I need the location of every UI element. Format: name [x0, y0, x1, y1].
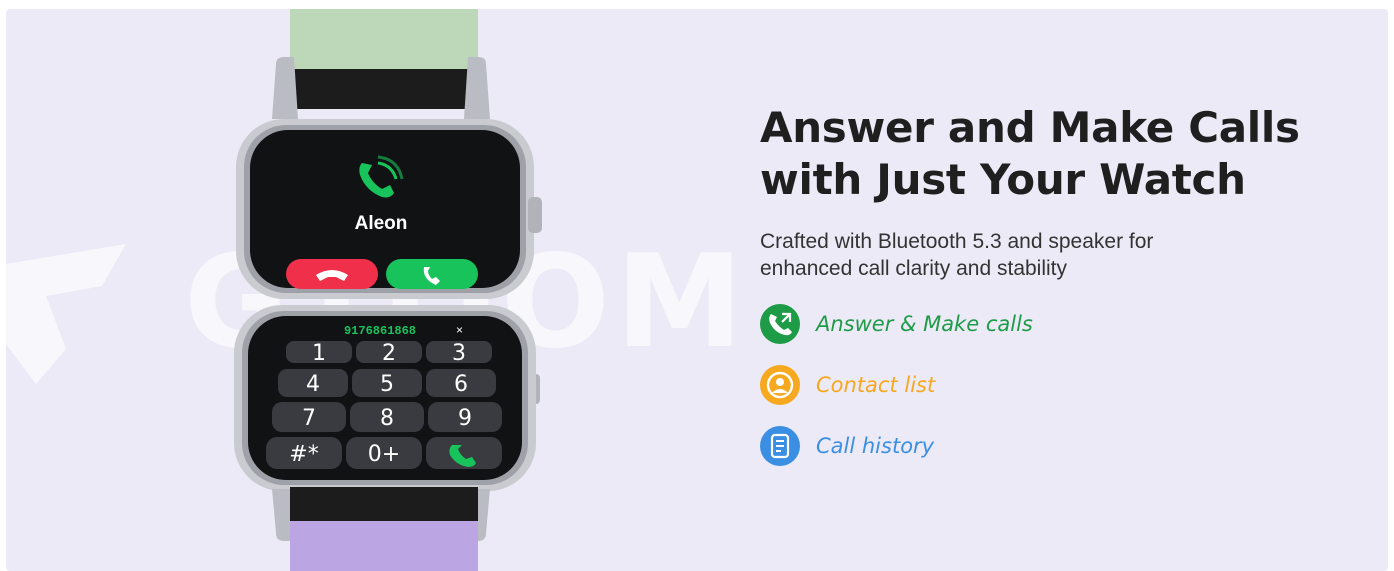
headline: Answer and Make Calls with Just Your Wat…: [760, 102, 1380, 206]
document-list-icon: [760, 426, 800, 466]
feature-item-answer-make-calls: Answer & Make calls: [760, 304, 1380, 344]
dialer-key: 1: [312, 341, 326, 366]
accept-call-button: [386, 259, 478, 289]
dialed-number: 9176861868: [344, 324, 416, 338]
phone-arrows-icon: [760, 304, 800, 344]
feature-item-contact-list: Contact list: [760, 365, 1380, 405]
dialer-key: 8: [380, 406, 394, 431]
contact-person-icon: [760, 365, 800, 405]
subtitle: Crafted with Bluetooth 5.3 and speaker f…: [760, 228, 1230, 282]
feature-item-call-history: Call history: [760, 426, 1380, 466]
subtitle-line-2: enhanced call clarity and stability: [760, 257, 1068, 280]
feature-label: Answer & Make calls: [816, 312, 1033, 336]
dialer-key: 4: [306, 372, 320, 397]
dialer-clear-key: ×: [456, 323, 463, 337]
dialer-key: #*: [289, 442, 318, 467]
product-banner: GTOOM Aleon 9176861868 × 1 2 3 4 5 6 7 8…: [6, 9, 1388, 571]
dialer-keypad: 1 2 3 4 5 6 7 8 9 #* 0+: [266, 341, 502, 469]
dialer-key: 0+: [368, 442, 400, 467]
caller-name: Aleon: [355, 213, 408, 234]
dialer-key: 3: [452, 341, 466, 366]
feature-label: Contact list: [816, 373, 936, 397]
headline-line-2: with Just Your Watch: [760, 155, 1246, 204]
dialer-key: 2: [382, 341, 396, 366]
smartwatch-illustration: Aleon 9176861868 × 1 2 3 4 5 6 7 8 9 #* …: [216, 9, 546, 571]
dialer-key: 9: [458, 406, 472, 431]
watch-crown: [528, 197, 542, 233]
brand-watermark-logo: [6, 244, 126, 384]
dialer-key: 5: [380, 372, 394, 397]
feature-label: Call history: [816, 434, 935, 458]
dialer-key: 7: [302, 406, 316, 431]
headline-line-1: Answer and Make Calls: [760, 103, 1300, 152]
feature-list: Answer & Make calls Contact list Call hi…: [760, 304, 1380, 466]
watch-band-bottom: [290, 521, 478, 571]
subtitle-line-1: Crafted with Bluetooth 5.3 and speaker f…: [760, 230, 1154, 253]
dialer-key: 6: [454, 372, 468, 397]
feature-copy: Answer and Make Calls with Just Your Wat…: [760, 102, 1380, 487]
